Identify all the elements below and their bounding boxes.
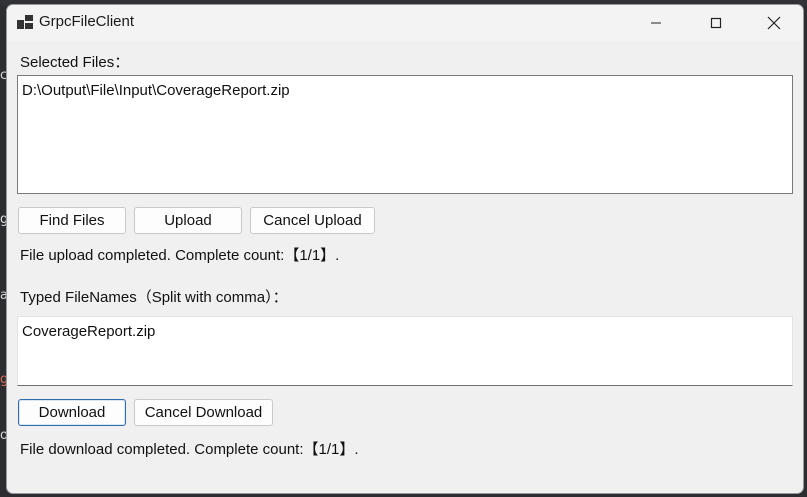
selected-files-label: Selected Files： (20, 54, 130, 71)
selected-files-textbox[interactable]: D:\Output\File\Input\CoverageReport.zip (17, 75, 793, 194)
typed-filenames-label: Typed FileNames（Split with comma）： (20, 289, 288, 306)
app-window: GrpcFileClient Selected Files： D:\Output… (6, 4, 804, 494)
window-title: GrpcFileClient (39, 13, 135, 30)
cancel-upload-button[interactable]: Cancel Upload (250, 207, 375, 234)
app-icon (17, 15, 33, 29)
cancel-download-button[interactable]: Cancel Download (134, 399, 273, 426)
download-status-text: File download completed. Complete count:… (20, 441, 359, 458)
minimize-icon (651, 22, 661, 24)
maximize-button[interactable] (687, 5, 745, 41)
find-files-button[interactable]: Find Files (18, 207, 126, 234)
typed-filenames-textbox[interactable]: CoverageReport.zip (17, 316, 793, 386)
upload-button[interactable]: Upload (134, 207, 242, 234)
title-bar[interactable]: GrpcFileClient (7, 5, 803, 41)
upload-status-text: File upload completed. Complete count:【1… (20, 247, 340, 264)
maximize-icon (710, 17, 722, 29)
close-icon (767, 16, 781, 30)
close-button[interactable] (745, 5, 803, 41)
minimize-button[interactable] (627, 5, 685, 41)
download-button[interactable]: Download (18, 399, 126, 426)
